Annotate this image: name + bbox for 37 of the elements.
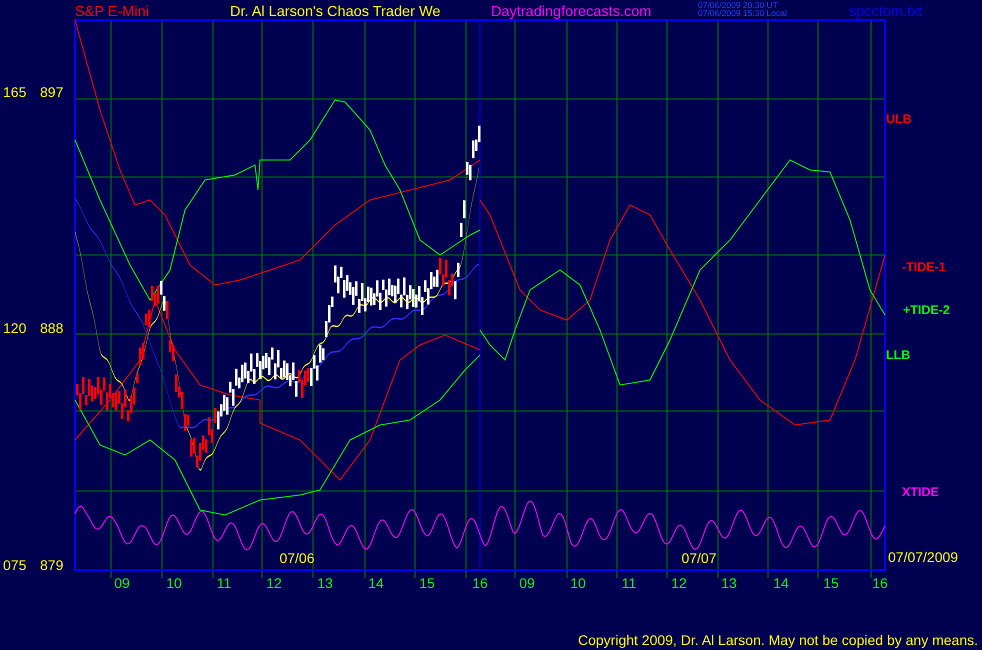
y-axis-price: 879 xyxy=(40,557,64,573)
hour-label: 15 xyxy=(823,575,839,591)
line-label: -TIDE-1 xyxy=(902,260,946,274)
date-label: 07/07 xyxy=(681,550,717,566)
hour-label: 11 xyxy=(216,575,232,591)
hour-label: 10 xyxy=(570,575,586,591)
hour-label: 14 xyxy=(368,575,384,591)
hour-label: 11 xyxy=(622,575,636,591)
hour-label: 16 xyxy=(872,575,888,591)
line-label: XTIDE xyxy=(902,485,939,499)
hour-label: 15 xyxy=(419,575,435,591)
timestamp: 07/06/2009 15:30 Local xyxy=(698,8,787,18)
date-label: 07/06 xyxy=(279,550,315,566)
hour-label: 10 xyxy=(166,575,182,591)
y-axis-price: 897 xyxy=(40,84,64,100)
y-axis-label: 120 xyxy=(3,320,26,336)
line-label: ULB xyxy=(886,112,912,126)
chart-title: Dr. Al Larson's Chaos Trader We xyxy=(230,4,440,20)
hour-label: 13 xyxy=(721,575,737,591)
hour-label: 09 xyxy=(114,575,130,591)
hour-label: 13 xyxy=(317,575,333,591)
line-label: +TIDE-2 xyxy=(903,303,950,317)
timestamp: 07/06/2009 20:30 UT xyxy=(698,0,778,10)
hour-label: 12 xyxy=(266,575,282,591)
file-name: spcctom.txt xyxy=(849,4,922,20)
hour-label: 09 xyxy=(519,575,535,591)
hour-label: 14 xyxy=(773,575,789,591)
y-axis-label: 075 xyxy=(3,557,26,573)
symbol-title: S&P E-Mini xyxy=(75,4,149,20)
line-label: LLB xyxy=(886,348,910,362)
y-axis-label: 165 xyxy=(3,84,26,100)
site-name: Daytradingforecasts.com xyxy=(491,4,652,20)
hour-label: 12 xyxy=(671,575,687,591)
end-date-label: 07/07/2009 xyxy=(888,549,958,565)
copyright-notice: Copyright 2009, Dr. Al Larson. May not be copied by any means. xyxy=(578,632,978,648)
y-axis-price: 888 xyxy=(40,320,64,336)
hour-label: 16 xyxy=(472,575,488,591)
